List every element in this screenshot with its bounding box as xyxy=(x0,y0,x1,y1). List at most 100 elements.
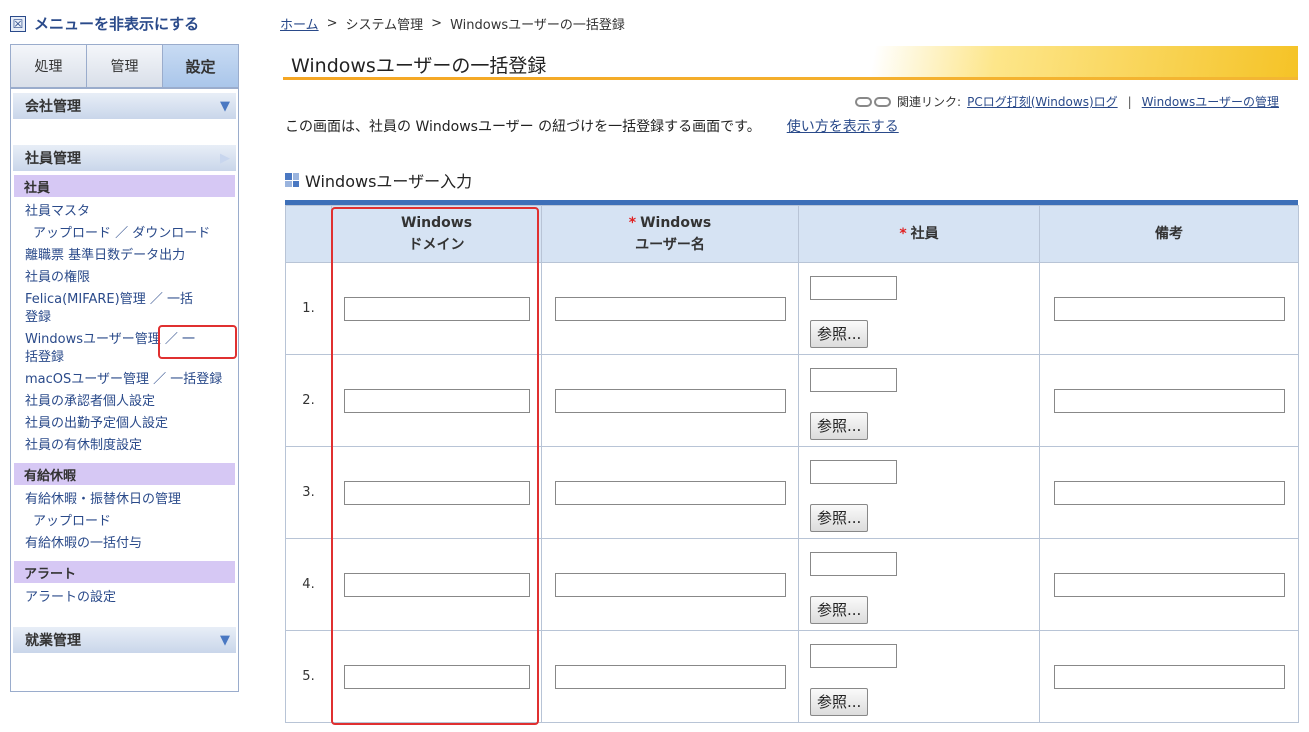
section-company-management[interactable]: 会社管理 ▼ xyxy=(13,93,236,119)
remarks-input[interactable] xyxy=(1053,572,1285,597)
remarks-input[interactable] xyxy=(1053,388,1285,413)
employee-input[interactable] xyxy=(810,551,897,576)
breadcrumb-separator: > xyxy=(431,16,443,31)
domain-input[interactable] xyxy=(343,480,530,505)
group-employee-heading: 社員 xyxy=(14,175,235,197)
row-number: 1. xyxy=(285,262,332,355)
nav-windows-user-management[interactable]: Windowsユーザー管理 ／ 一括登録 xyxy=(11,329,216,369)
table-row: 4. 参照... xyxy=(285,538,1299,631)
remarks-input[interactable] xyxy=(1053,296,1285,321)
remarks-input[interactable] xyxy=(1053,480,1285,505)
header-employee-label: 社員 xyxy=(910,226,939,242)
section-title: Windowsユーザー入力 xyxy=(285,168,472,192)
section-employee-label: 社員管理 xyxy=(25,151,81,167)
browse-employee-button[interactable]: 参照... xyxy=(810,687,869,716)
page-title: Windowsユーザーの一括登録 xyxy=(291,55,547,77)
header-windows-username: * Windows ユーザー名 xyxy=(541,205,799,263)
header-user-line2: ユーザー名 xyxy=(635,237,705,253)
nav-felica-management[interactable]: Felica(MIFARE)管理 ／ 一括登録 xyxy=(11,289,216,329)
triangle-down-icon: ▼ xyxy=(220,98,230,114)
chain-link-icon xyxy=(855,96,892,107)
page-description: この画面は、社員の Windowsユーザー の紐づけを一括登録する画面です。 使… xyxy=(285,116,899,136)
hide-menu-label: メニューを非表示にする xyxy=(34,15,200,33)
browse-employee-button[interactable]: 参照... xyxy=(810,503,869,532)
table-header-row: Windows ドメイン * Windows ユーザー名 * 社員 備考 xyxy=(285,205,1299,263)
show-help-link[interactable]: 使い方を表示する xyxy=(787,116,899,136)
section-title-label: Windowsユーザー入力 xyxy=(305,172,473,191)
domain-input[interactable] xyxy=(343,296,530,321)
breadcrumb-home[interactable]: ホーム xyxy=(280,14,319,33)
description-text: この画面は、社員の Windowsユーザー の紐づけを一括登録する画面です。 xyxy=(285,119,761,135)
header-employee: * 社員 xyxy=(798,205,1040,263)
tab-manage[interactable]: 管理 xyxy=(87,45,163,87)
menu-tabs: 処理 管理 設定 xyxy=(10,44,239,88)
breadcrumb: ホーム > システム管理 > Windowsユーザーの一括登録 xyxy=(280,14,625,33)
related-links: 関連リンク: PCログ打刻(Windows)ログ | Windowsユーザーの管… xyxy=(855,93,1279,110)
nav-paid-leave-management[interactable]: 有給休暇・振替休日の管理 xyxy=(11,489,238,511)
triangle-right-icon: ▶ xyxy=(220,150,230,166)
page-title-bar: Windowsユーザーの一括登録 xyxy=(283,46,1298,80)
nav-paid-leave-bulk-grant[interactable]: 有給休暇の一括付与 xyxy=(11,533,238,555)
nav-upload-download[interactable]: アップロード ／ ダウンロード xyxy=(11,223,238,245)
header-domain-line1: Windows xyxy=(400,215,473,231)
sidebar: 会社管理 ▼ 社員管理 ▶ 社員 社員マスタ アップロード ／ ダウンロード 離… xyxy=(10,88,239,692)
table-row: 5. 参照... xyxy=(285,630,1299,723)
table-row: 1. 参照... xyxy=(285,262,1299,355)
nav-macos-user-management[interactable]: macOSユーザー管理 ／ 一括登録 xyxy=(11,369,238,391)
browse-employee-button[interactable]: 参照... xyxy=(810,319,869,348)
section-employee-management[interactable]: 社員管理 ▶ xyxy=(13,145,236,171)
related-links-label: 関連リンク: xyxy=(897,95,962,109)
browse-employee-button[interactable]: 参照... xyxy=(810,595,869,624)
header-user-line1: Windows xyxy=(640,215,712,231)
row-number: 5. xyxy=(285,630,332,723)
section-company-label: 会社管理 xyxy=(25,99,81,115)
required-asterisk: * xyxy=(899,226,907,242)
breadcrumb-separator: > xyxy=(326,16,338,31)
username-input[interactable] xyxy=(554,664,786,689)
header-windows-domain: Windows ドメイン xyxy=(331,205,542,263)
tab-process[interactable]: 処理 xyxy=(11,45,87,87)
windows-user-input-table: Windows ドメイン * Windows ユーザー名 * 社員 備考 1. 参照… xyxy=(285,200,1299,723)
domain-input[interactable] xyxy=(343,388,530,413)
table-row: 3. 参照... xyxy=(285,446,1299,539)
close-box-icon: ☒ xyxy=(10,15,26,32)
employee-input[interactable] xyxy=(810,459,897,484)
nav-separation-slip-output[interactable]: 離職票 基準日数データ出力 xyxy=(11,245,238,267)
triangle-down-icon: ▼ xyxy=(220,632,230,648)
header-number xyxy=(285,205,332,263)
remarks-input[interactable] xyxy=(1053,664,1285,689)
hide-menu-toggle[interactable]: ☒ メニューを非表示にする xyxy=(10,13,199,34)
browse-employee-button[interactable]: 参照... xyxy=(810,411,869,440)
employee-input[interactable] xyxy=(810,367,897,392)
username-input[interactable] xyxy=(554,572,786,597)
section-work-management[interactable]: 就業管理 ▼ xyxy=(13,627,236,653)
nav-alert-settings[interactable]: アラートの設定 xyxy=(11,587,238,609)
row-number: 3. xyxy=(285,446,332,539)
row-number: 2. xyxy=(285,354,332,447)
username-input[interactable] xyxy=(554,388,786,413)
employee-input[interactable] xyxy=(810,643,897,668)
related-link-pc-log[interactable]: PCログ打刻(Windows)ログ xyxy=(967,93,1118,110)
domain-input[interactable] xyxy=(343,664,530,689)
username-input[interactable] xyxy=(554,296,786,321)
employee-input[interactable] xyxy=(810,275,897,300)
domain-input[interactable] xyxy=(343,572,530,597)
nav-paid-leave-system[interactable]: 社員の有休制度設定 xyxy=(11,435,238,457)
header-domain-line2: ドメイン xyxy=(408,237,465,253)
row-number: 4. xyxy=(285,538,332,631)
nav-employee-permissions[interactable]: 社員の権限 xyxy=(11,267,238,289)
username-input[interactable] xyxy=(554,480,786,505)
grid-square-icon xyxy=(285,173,299,187)
group-paid-leave-heading: 有給休暇 xyxy=(14,463,235,485)
required-asterisk: * xyxy=(628,215,637,231)
nav-employee-master[interactable]: 社員マスタ xyxy=(11,201,238,223)
table-row: 2. 参照... xyxy=(285,354,1299,447)
related-links-separator: | xyxy=(1127,94,1132,109)
group-alert-heading: アラート xyxy=(14,561,235,583)
header-remarks: 備考 xyxy=(1039,205,1299,263)
nav-attendance-schedule[interactable]: 社員の出勤予定個人設定 xyxy=(11,413,238,435)
tab-settings[interactable]: 設定 xyxy=(163,45,238,87)
related-link-windows-user-management[interactable]: Windowsユーザーの管理 xyxy=(1142,93,1279,110)
nav-paid-leave-upload[interactable]: アップロード xyxy=(11,511,238,533)
nav-approver-settings[interactable]: 社員の承認者個人設定 xyxy=(11,391,238,413)
